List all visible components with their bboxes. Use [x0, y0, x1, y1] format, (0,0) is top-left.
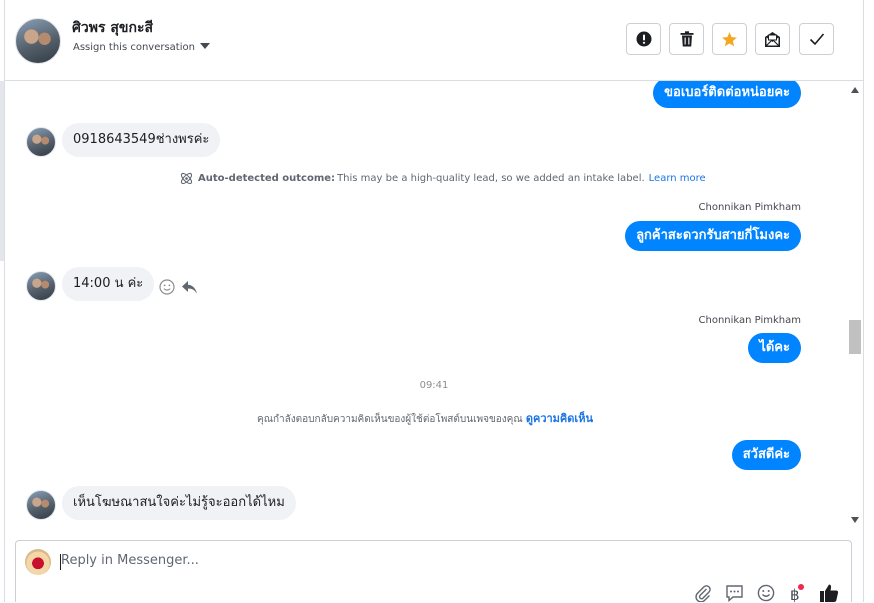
sender-name: Chonnikan Pimkham [698, 202, 801, 213]
scrollbar-thumb[interactable] [849, 320, 861, 354]
thumbs-up-icon[interactable] [819, 583, 839, 603]
contact-avatar-small [26, 127, 56, 157]
caret-down-icon [199, 43, 210, 49]
paperclip-icon[interactable] [694, 584, 712, 602]
checkmark-icon [809, 33, 824, 46]
sender-name: Chonnikan Pimkham [698, 315, 801, 326]
spam-button[interactable] [626, 23, 661, 55]
contact-name[interactable]: ศิวพร สุขกะสี [72, 17, 153, 39]
emoji-icon[interactable] [757, 584, 775, 602]
scrollbar[interactable] [845, 81, 863, 528]
outcome-text: This may be a high-quality lead, so we a… [337, 173, 645, 184]
exclamation-circle-icon [636, 31, 651, 47]
star-icon [722, 31, 737, 46]
message-outgoing[interactable]: ขอเบอร์ติดต่อหน่อยคะ [653, 81, 801, 108]
outcome-label: Auto-detected outcome: [198, 173, 336, 184]
reply-arrow-icon[interactable] [181, 280, 198, 295]
message-outgoing[interactable]: สวัสดีค่ะ [731, 440, 801, 470]
contact-avatar[interactable] [15, 18, 61, 64]
delete-button[interactable] [669, 23, 704, 55]
message-outgoing[interactable]: ได้คะ [748, 333, 801, 363]
assign-conversation-dropdown[interactable]: Assign this conversation [73, 42, 210, 53]
message-incoming[interactable]: เห็นโฆษณาสนใจค่ะไม่รู้จะออกได้ไหม [62, 486, 296, 520]
contact-avatar-small [26, 490, 56, 520]
assign-label: Assign this conversation [73, 42, 195, 53]
learn-more-link[interactable]: Learn more [649, 173, 706, 184]
mark-unread-button[interactable] [755, 23, 790, 55]
comment-reply-note: คุณกำลังตอบกลับความคิดเห็นของผู้ใช้ต่อโพ… [5, 409, 845, 427]
trash-icon [680, 31, 693, 47]
saved-reply-icon[interactable] [725, 584, 744, 602]
done-button[interactable] [799, 23, 834, 55]
conversation-header: ศิวพร สุขกะสี Assign this conversation [5, 0, 863, 81]
baht-icon[interactable]: ฿ [788, 583, 806, 603]
contact-avatar-small [26, 271, 56, 301]
page-avatar [25, 549, 51, 575]
atom-icon [180, 172, 193, 185]
react-emoji-icon[interactable] [159, 279, 175, 295]
left-scroll-indicator [0, 81, 4, 261]
view-comment-link[interactable]: ดูความคิดเห็น [526, 412, 593, 425]
scroll-up-arrow-icon[interactable] [851, 87, 859, 93]
timestamp: 09:41 [419, 380, 449, 391]
star-button[interactable] [712, 23, 747, 55]
right-margin [864, 0, 874, 602]
svg-text:฿: ฿ [790, 586, 800, 603]
envelope-icon [765, 31, 780, 47]
conversation-thread[interactable]: ขอเบอร์ติดต่อหน่อยคะ 0918643549ช่างพรค่ะ… [5, 81, 845, 529]
reply-composer: ฿ [15, 540, 852, 603]
message-actions [159, 279, 198, 295]
message-incoming[interactable]: 14:00 น ค่ะ [62, 267, 155, 301]
reply-note-text: คุณกำลังตอบกลับความคิดเห็นของผู้ใช้ต่อโพ… [257, 414, 523, 425]
scroll-down-arrow-icon[interactable] [851, 517, 859, 523]
auto-detected-outcome-notice: Auto-detected outcome: This may be a hig… [179, 171, 706, 186]
composer-toolbar: ฿ [694, 583, 839, 603]
message-incoming[interactable]: 0918643549ช่างพรค่ะ [62, 123, 221, 157]
reply-input[interactable] [61, 553, 661, 568]
message-outgoing[interactable]: ลูกค้าสะดวกรับสายกี่โมงคะ [625, 221, 801, 251]
